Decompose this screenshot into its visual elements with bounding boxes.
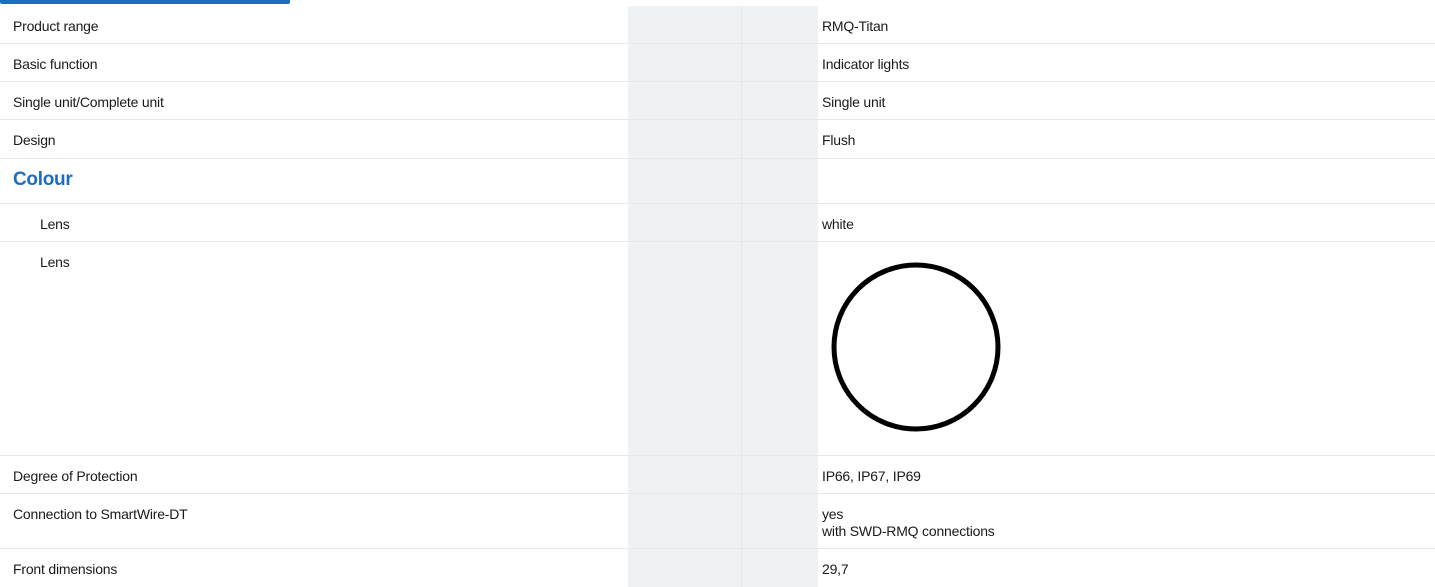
row-lens-colour: Lens white: [0, 204, 1435, 242]
row-label: Product range: [13, 18, 99, 34]
row-label: Basic function: [13, 56, 98, 72]
row-lens-swatch: Lens: [0, 242, 1435, 456]
section-heading: Colour: [13, 169, 73, 190]
row-value-line: with SWD-RMQ connections: [822, 523, 995, 539]
row-value: Single unit: [822, 94, 886, 110]
row-colour-heading: Colour: [0, 159, 1435, 204]
row-basic-function: Basic function Indicator lights: [0, 44, 1435, 82]
row-label: Connection to SmartWire-DT: [13, 506, 188, 522]
row-value: IP66, IP67, IP69: [822, 468, 921, 484]
row-label: Lens: [40, 216, 70, 232]
row-value: yes with SWD-RMQ connections: [822, 506, 995, 540]
circle-outline-icon: [831, 262, 1001, 432]
row-degree-of-protection: Degree of Protection IP66, IP67, IP69: [0, 456, 1435, 494]
row-value: RMQ-Titan: [822, 18, 889, 34]
row-label: Degree of Protection: [13, 468, 138, 484]
row-product-range: Product range RMQ-Titan: [0, 6, 1435, 44]
row-value: Flush: [822, 132, 856, 148]
row-value: white: [822, 216, 854, 232]
row-label: Lens: [40, 254, 70, 270]
spec-table: Product range RMQ-Titan Basic function I…: [0, 0, 1435, 587]
row-value: 29,7: [822, 561, 849, 577]
row-label: Front dimensions: [13, 561, 118, 577]
row-design: Design Flush: [0, 120, 1435, 159]
section-header-bar: [0, 0, 290, 4]
row-value-line: yes: [822, 506, 844, 522]
row-smartwire-connection: Connection to SmartWire-DT yes with SWD-…: [0, 494, 1435, 549]
row-label: Single unit/Complete unit: [13, 94, 164, 110]
row-value: Indicator lights: [822, 56, 910, 72]
row-single-complete-unit: Single unit/Complete unit Single unit: [0, 82, 1435, 120]
row-label: Design: [13, 132, 56, 148]
row-front-dimensions: Front dimensions 29,7: [0, 549, 1435, 587]
